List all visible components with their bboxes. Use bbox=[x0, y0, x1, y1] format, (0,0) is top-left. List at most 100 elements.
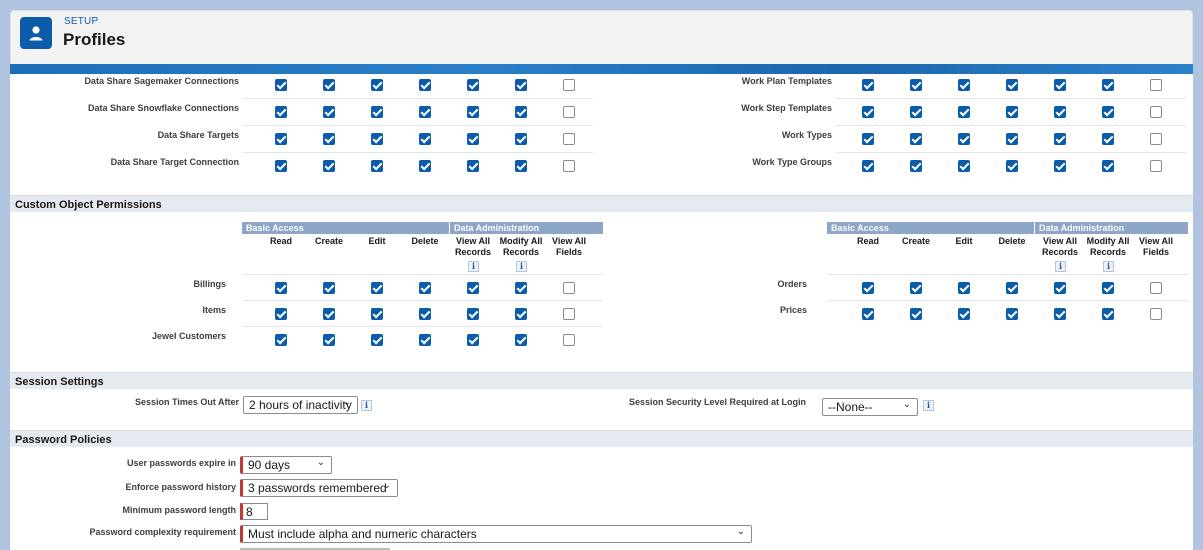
permission-checkbox[interactable] bbox=[467, 334, 479, 346]
row-divider bbox=[836, 125, 1186, 126]
permission-checkbox[interactable] bbox=[862, 308, 874, 320]
permission-checkbox[interactable] bbox=[1006, 282, 1018, 294]
permission-checkbox[interactable] bbox=[1150, 308, 1162, 320]
permission-checkbox[interactable] bbox=[910, 79, 922, 91]
permission-checkbox[interactable] bbox=[371, 106, 383, 118]
info-icon[interactable]: i bbox=[361, 400, 372, 411]
info-icon[interactable]: i bbox=[1103, 261, 1114, 272]
permission-checkbox[interactable] bbox=[419, 308, 431, 320]
permission-checkbox[interactable] bbox=[1006, 160, 1018, 172]
permission-checkbox[interactable] bbox=[371, 79, 383, 91]
permission-checkbox[interactable] bbox=[371, 160, 383, 172]
permission-checkbox[interactable] bbox=[1150, 106, 1162, 118]
permission-checkbox[interactable] bbox=[467, 106, 479, 118]
password-minlen-input[interactable]: 8 bbox=[240, 503, 268, 520]
permission-checkbox[interactable] bbox=[1150, 160, 1162, 172]
permission-checkbox[interactable] bbox=[1054, 308, 1066, 320]
row-divider bbox=[243, 98, 593, 99]
permission-checkbox[interactable] bbox=[958, 308, 970, 320]
permission-checkbox[interactable] bbox=[1102, 106, 1114, 118]
permission-checkbox[interactable] bbox=[323, 282, 335, 294]
user-icon bbox=[20, 17, 52, 49]
permission-checkbox[interactable] bbox=[862, 79, 874, 91]
permission-checkbox[interactable] bbox=[1006, 133, 1018, 145]
info-icon[interactable]: i bbox=[923, 400, 934, 411]
permission-checkbox[interactable] bbox=[1006, 308, 1018, 320]
permission-checkbox[interactable] bbox=[958, 106, 970, 118]
permission-checkbox[interactable] bbox=[910, 308, 922, 320]
password-history-select[interactable]: 3 passwords remembered ⌄ bbox=[240, 479, 398, 497]
permission-checkbox[interactable] bbox=[1054, 282, 1066, 294]
permission-checkbox[interactable] bbox=[323, 334, 335, 346]
permission-checkbox[interactable] bbox=[323, 79, 335, 91]
permission-checkbox[interactable] bbox=[467, 79, 479, 91]
info-icon[interactable]: i bbox=[516, 261, 527, 272]
permission-checkbox[interactable] bbox=[419, 282, 431, 294]
permission-checkbox[interactable] bbox=[862, 133, 874, 145]
permission-checkbox[interactable] bbox=[515, 106, 527, 118]
permission-checkbox[interactable] bbox=[467, 160, 479, 172]
permission-checkbox[interactable] bbox=[1102, 133, 1114, 145]
permission-checkbox[interactable] bbox=[419, 79, 431, 91]
permission-checkbox[interactable] bbox=[275, 133, 287, 145]
permission-checkbox[interactable] bbox=[910, 282, 922, 294]
permission-checkbox[interactable] bbox=[371, 133, 383, 145]
info-icon[interactable]: i bbox=[1055, 261, 1066, 272]
row-divider bbox=[836, 98, 1186, 99]
permission-checkbox[interactable] bbox=[419, 160, 431, 172]
permission-checkbox[interactable] bbox=[419, 334, 431, 346]
permission-checkbox[interactable] bbox=[958, 282, 970, 294]
permission-checkbox[interactable] bbox=[958, 79, 970, 91]
permission-checkbox[interactable] bbox=[1054, 133, 1066, 145]
permission-checkbox[interactable] bbox=[1102, 282, 1114, 294]
permission-checkbox[interactable] bbox=[275, 106, 287, 118]
permission-checkbox[interactable] bbox=[910, 160, 922, 172]
permission-checkbox[interactable] bbox=[958, 160, 970, 172]
permission-checkbox[interactable] bbox=[515, 334, 527, 346]
permission-checkbox[interactable] bbox=[515, 79, 527, 91]
permission-checkbox[interactable] bbox=[1006, 79, 1018, 91]
row-label: Work Types bbox=[781, 130, 832, 140]
permission-checkbox[interactable] bbox=[1006, 106, 1018, 118]
permission-checkbox[interactable] bbox=[467, 308, 479, 320]
permission-checkbox[interactable] bbox=[419, 133, 431, 145]
permission-checkbox[interactable] bbox=[419, 106, 431, 118]
permission-checkbox[interactable] bbox=[275, 160, 287, 172]
permission-checkbox[interactable] bbox=[1102, 160, 1114, 172]
permission-checkbox[interactable] bbox=[910, 133, 922, 145]
permission-checkbox[interactable] bbox=[323, 160, 335, 172]
permission-checkbox[interactable] bbox=[515, 133, 527, 145]
permission-checkbox[interactable] bbox=[862, 160, 874, 172]
permission-checkbox[interactable] bbox=[1150, 282, 1162, 294]
permission-checkbox[interactable] bbox=[467, 282, 479, 294]
permission-checkbox[interactable] bbox=[910, 106, 922, 118]
permission-checkbox[interactable] bbox=[371, 334, 383, 346]
permission-checkbox[interactable] bbox=[515, 160, 527, 172]
permission-checkbox[interactable] bbox=[1054, 160, 1066, 172]
permission-checkbox[interactable] bbox=[1054, 106, 1066, 118]
permission-checkbox[interactable] bbox=[862, 282, 874, 294]
permission-checkbox[interactable] bbox=[467, 133, 479, 145]
permission-checkbox[interactable] bbox=[1102, 79, 1114, 91]
permission-checkbox[interactable] bbox=[1150, 133, 1162, 145]
permission-checkbox[interactable] bbox=[371, 308, 383, 320]
permission-checkbox[interactable] bbox=[275, 334, 287, 346]
permission-checkbox[interactable] bbox=[275, 79, 287, 91]
permission-checkbox[interactable] bbox=[323, 133, 335, 145]
password-expire-select[interactable]: 90 days ⌄ bbox=[240, 456, 332, 474]
password-complexity-select[interactable]: Must include alpha and numeric character… bbox=[240, 525, 752, 543]
permission-checkbox[interactable] bbox=[275, 282, 287, 294]
permission-checkbox[interactable] bbox=[958, 133, 970, 145]
permission-checkbox[interactable] bbox=[862, 106, 874, 118]
permission-checkbox[interactable] bbox=[1150, 79, 1162, 91]
permission-checkbox[interactable] bbox=[323, 308, 335, 320]
permission-checkbox[interactable] bbox=[371, 282, 383, 294]
permission-checkbox[interactable] bbox=[563, 334, 575, 346]
permission-checkbox[interactable] bbox=[275, 308, 287, 320]
session-timeout-select[interactable]: 2 hours of inactivity ⌄ bbox=[243, 396, 358, 414]
permission-checkbox[interactable] bbox=[1102, 308, 1114, 320]
permission-checkbox[interactable] bbox=[1054, 79, 1066, 91]
permission-checkbox[interactable] bbox=[323, 106, 335, 118]
info-icon[interactable]: i bbox=[468, 261, 479, 272]
session-security-select[interactable]: --None-- ⌄ bbox=[822, 398, 918, 416]
